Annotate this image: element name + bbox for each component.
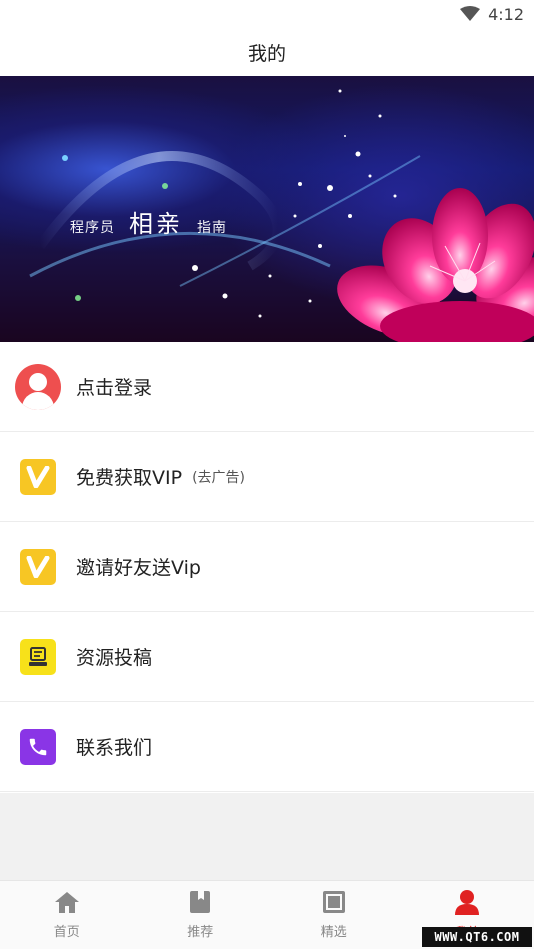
menu-item-label: 免费获取VIP: [76, 467, 183, 489]
tab-label: 推荐: [187, 925, 214, 940]
status-time: 4:12: [488, 4, 524, 24]
menu-item-submit-resource[interactable]: 资源投稿: [0, 612, 534, 702]
vip-icon: [20, 458, 56, 495]
tab-recommend[interactable]: 推荐: [134, 881, 268, 949]
submit-icon: [20, 638, 56, 675]
empty-area: [0, 793, 534, 880]
banner-text-main: 相亲: [129, 210, 183, 238]
menu-list: 点击登录 免费获取VIP (去广告) 邀请好友送Vip 资源投稿 联系我们: [0, 342, 534, 792]
menu-item-label: 点击登录: [76, 377, 153, 399]
book-icon: [322, 890, 346, 918]
bookmark-icon: [188, 890, 212, 918]
tab-home[interactable]: 首页: [0, 881, 134, 949]
tab-label: 精选: [320, 925, 347, 940]
wifi-icon: [460, 6, 481, 22]
menu-item-sublabel: (去广告): [192, 469, 245, 486]
menu-item-label: 联系我们: [76, 737, 153, 759]
banner-text-left: 程序员: [70, 220, 115, 236]
menu-item-invite-friends[interactable]: 邀请好友送Vip: [0, 522, 534, 612]
avatar-icon: [15, 363, 61, 410]
banner-title: 程序员 相亲 指南: [70, 204, 227, 239]
page-title: 我的: [247, 42, 286, 65]
watermark-label: WWW.QT6.COM: [422, 927, 532, 947]
menu-item-label: 资源投稿: [76, 647, 153, 669]
phone-icon: [20, 728, 56, 765]
tab-featured[interactable]: 精选: [267, 881, 401, 949]
status-bar: 4:12: [0, 0, 534, 28]
vip-icon: [20, 548, 56, 585]
banner-image[interactable]: 程序员 相亲 指南: [0, 76, 534, 342]
home-icon: [54, 890, 80, 918]
profile-icon: [454, 889, 480, 919]
menu-item-free-vip[interactable]: 免费获取VIP (去广告): [0, 432, 534, 522]
tab-label: 首页: [53, 925, 80, 940]
menu-item-label: 邀请好友送Vip: [76, 557, 201, 579]
banner-text-right: 指南: [197, 220, 227, 236]
menu-item-login[interactable]: 点击登录: [0, 342, 534, 432]
menu-item-contact-us[interactable]: 联系我们: [0, 702, 534, 792]
page-header: 我的: [0, 28, 534, 76]
